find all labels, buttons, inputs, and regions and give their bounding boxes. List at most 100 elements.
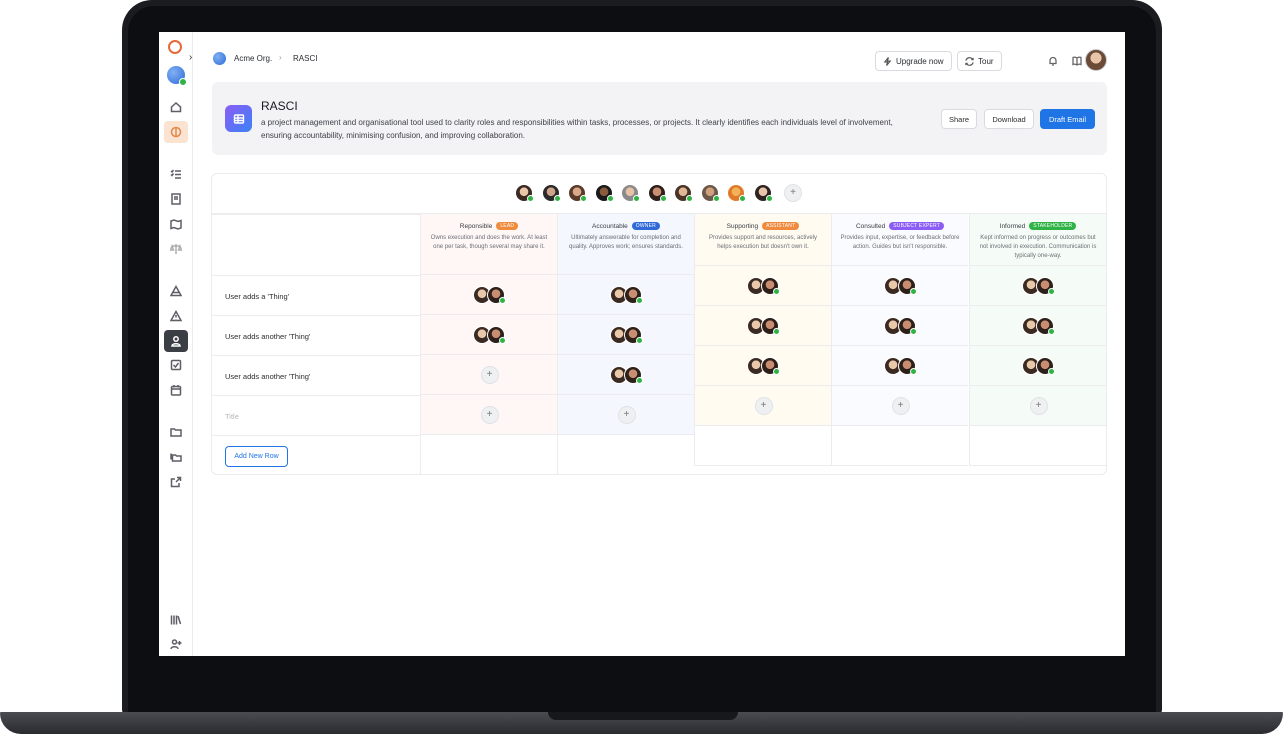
new-row-title-input[interactable]: Title <box>225 412 239 421</box>
row-label[interactable]: User adds another 'Thing' <box>225 372 310 381</box>
checklist-icon[interactable] <box>164 163 188 185</box>
brain-icon[interactable] <box>164 121 188 143</box>
book-icon[interactable] <box>164 188 188 210</box>
team-member-avatar[interactable] <box>621 184 640 202</box>
matrix-cell[interactable] <box>420 315 557 355</box>
app-logo[interactable] <box>168 40 182 54</box>
assigned-avatars[interactable] <box>609 366 644 384</box>
calendar-icon[interactable] <box>164 379 188 401</box>
assigned-avatars[interactable] <box>472 326 507 344</box>
assigned-avatars[interactable] <box>883 277 918 295</box>
export-icon[interactable] <box>164 471 188 493</box>
library-icon[interactable] <box>164 609 188 631</box>
add-user-icon[interactable] <box>164 633 188 655</box>
tour-button[interactable]: Tour <box>957 51 1002 71</box>
team-member-avatar[interactable] <box>515 184 534 202</box>
home-icon[interactable] <box>164 96 188 118</box>
team-member-avatar[interactable] <box>647 184 667 202</box>
assigned-avatars[interactable] <box>883 357 918 375</box>
assignee-avatar[interactable] <box>1035 317 1055 335</box>
user-avatar[interactable] <box>1085 49 1107 71</box>
sidebar-expand-icon[interactable]: › <box>189 52 192 63</box>
task-check-icon[interactable] <box>164 354 188 376</box>
assignee-avatar[interactable] <box>623 326 643 344</box>
add-assignee-button[interactable]: + <box>891 397 910 415</box>
matrix-cell[interactable] <box>694 426 831 466</box>
team-member-avatar[interactable] <box>674 184 693 202</box>
share-button[interactable]: Share <box>941 109 977 129</box>
team-member-avatar[interactable] <box>753 184 773 202</box>
assigned-avatars[interactable] <box>1021 357 1056 375</box>
upgrade-button[interactable]: Upgrade now <box>875 51 952 71</box>
matrix-cell[interactable] <box>969 306 1106 346</box>
assignee-avatar[interactable] <box>897 317 917 335</box>
matrix-cell[interactable] <box>420 275 557 315</box>
assignee-avatar[interactable] <box>623 366 643 384</box>
assigned-avatars[interactable] <box>609 286 644 304</box>
team-member-avatar[interactable] <box>594 184 614 202</box>
workspace-avatar[interactable] <box>167 66 187 86</box>
matrix-cell[interactable] <box>831 266 968 306</box>
matrix-cell[interactable] <box>557 315 694 355</box>
assignee-avatar[interactable] <box>486 326 506 344</box>
open-book-icon[interactable] <box>1070 54 1084 68</box>
assignee-avatar[interactable] <box>760 357 780 375</box>
assigned-avatars[interactable] <box>883 317 918 335</box>
team-member-avatar[interactable] <box>541 184 561 202</box>
matrix-cell[interactable]: + <box>557 395 694 435</box>
assignee-avatar[interactable] <box>623 286 643 304</box>
matrix-cell[interactable] <box>831 426 968 466</box>
assignee-avatar[interactable] <box>897 277 917 295</box>
matrix-cell[interactable]: + <box>969 386 1106 426</box>
add-assignee-button[interactable]: + <box>1029 397 1048 415</box>
add-assignee-button[interactable]: + <box>754 397 773 415</box>
user-icon[interactable] <box>164 330 188 352</box>
assigned-avatars[interactable] <box>746 277 781 295</box>
matrix-cell[interactable] <box>694 266 831 306</box>
matrix-cell[interactable]: + <box>831 386 968 426</box>
assignee-avatar[interactable] <box>760 277 780 295</box>
matrix-cell[interactable] <box>694 346 831 386</box>
team-member-avatar[interactable] <box>727 184 746 202</box>
add-new-row-button[interactable]: Add New Row <box>225 446 288 467</box>
triangle-icon[interactable] <box>164 280 188 302</box>
add-member-button[interactable]: + <box>784 184 802 202</box>
add-assignee-button[interactable]: + <box>480 406 499 424</box>
matrix-cell[interactable]: + <box>420 355 557 395</box>
assignee-avatar[interactable] <box>486 286 506 304</box>
assigned-avatars[interactable] <box>746 317 781 335</box>
matrix-cell[interactable] <box>969 266 1106 306</box>
assignee-avatar[interactable] <box>760 317 780 335</box>
team-member-avatar[interactable] <box>568 184 587 202</box>
folder-icon[interactable] <box>164 421 188 443</box>
folders-icon[interactable] <box>164 446 188 468</box>
matrix-cell[interactable] <box>557 275 694 315</box>
breadcrumb-page[interactable]: RASCI <box>293 54 317 63</box>
matrix-cell[interactable] <box>831 346 968 386</box>
breadcrumb-org[interactable]: Acme Org. <box>234 54 272 63</box>
assigned-avatars[interactable] <box>746 357 781 375</box>
assigned-avatars[interactable] <box>609 326 644 344</box>
assigned-avatars[interactable] <box>472 286 507 304</box>
matrix-cell[interactable]: + <box>420 395 557 435</box>
row-label[interactable]: User adds a 'Thing' <box>225 292 289 301</box>
add-assignee-button[interactable]: + <box>480 366 499 384</box>
scale-icon[interactable] <box>164 238 188 260</box>
matrix-cell[interactable] <box>557 435 694 474</box>
warning-icon[interactable] <box>164 305 188 327</box>
assigned-avatars[interactable] <box>1021 317 1056 335</box>
matrix-cell[interactable] <box>557 355 694 395</box>
matrix-cell[interactable] <box>420 435 557 474</box>
assignee-avatar[interactable] <box>897 357 917 375</box>
assignee-avatar[interactable] <box>1035 277 1055 295</box>
row-label[interactable]: User adds another 'Thing' <box>225 332 310 341</box>
bell-icon[interactable] <box>1046 54 1060 68</box>
matrix-cell[interactable] <box>969 426 1106 466</box>
map-icon[interactable] <box>164 213 188 235</box>
assigned-avatars[interactable] <box>1021 277 1056 295</box>
team-member-avatar[interactable] <box>700 184 720 202</box>
matrix-cell[interactable]: + <box>694 386 831 426</box>
add-assignee-button[interactable]: + <box>617 406 636 424</box>
matrix-cell[interactable] <box>694 306 831 346</box>
download-button[interactable]: Download <box>984 109 1034 129</box>
